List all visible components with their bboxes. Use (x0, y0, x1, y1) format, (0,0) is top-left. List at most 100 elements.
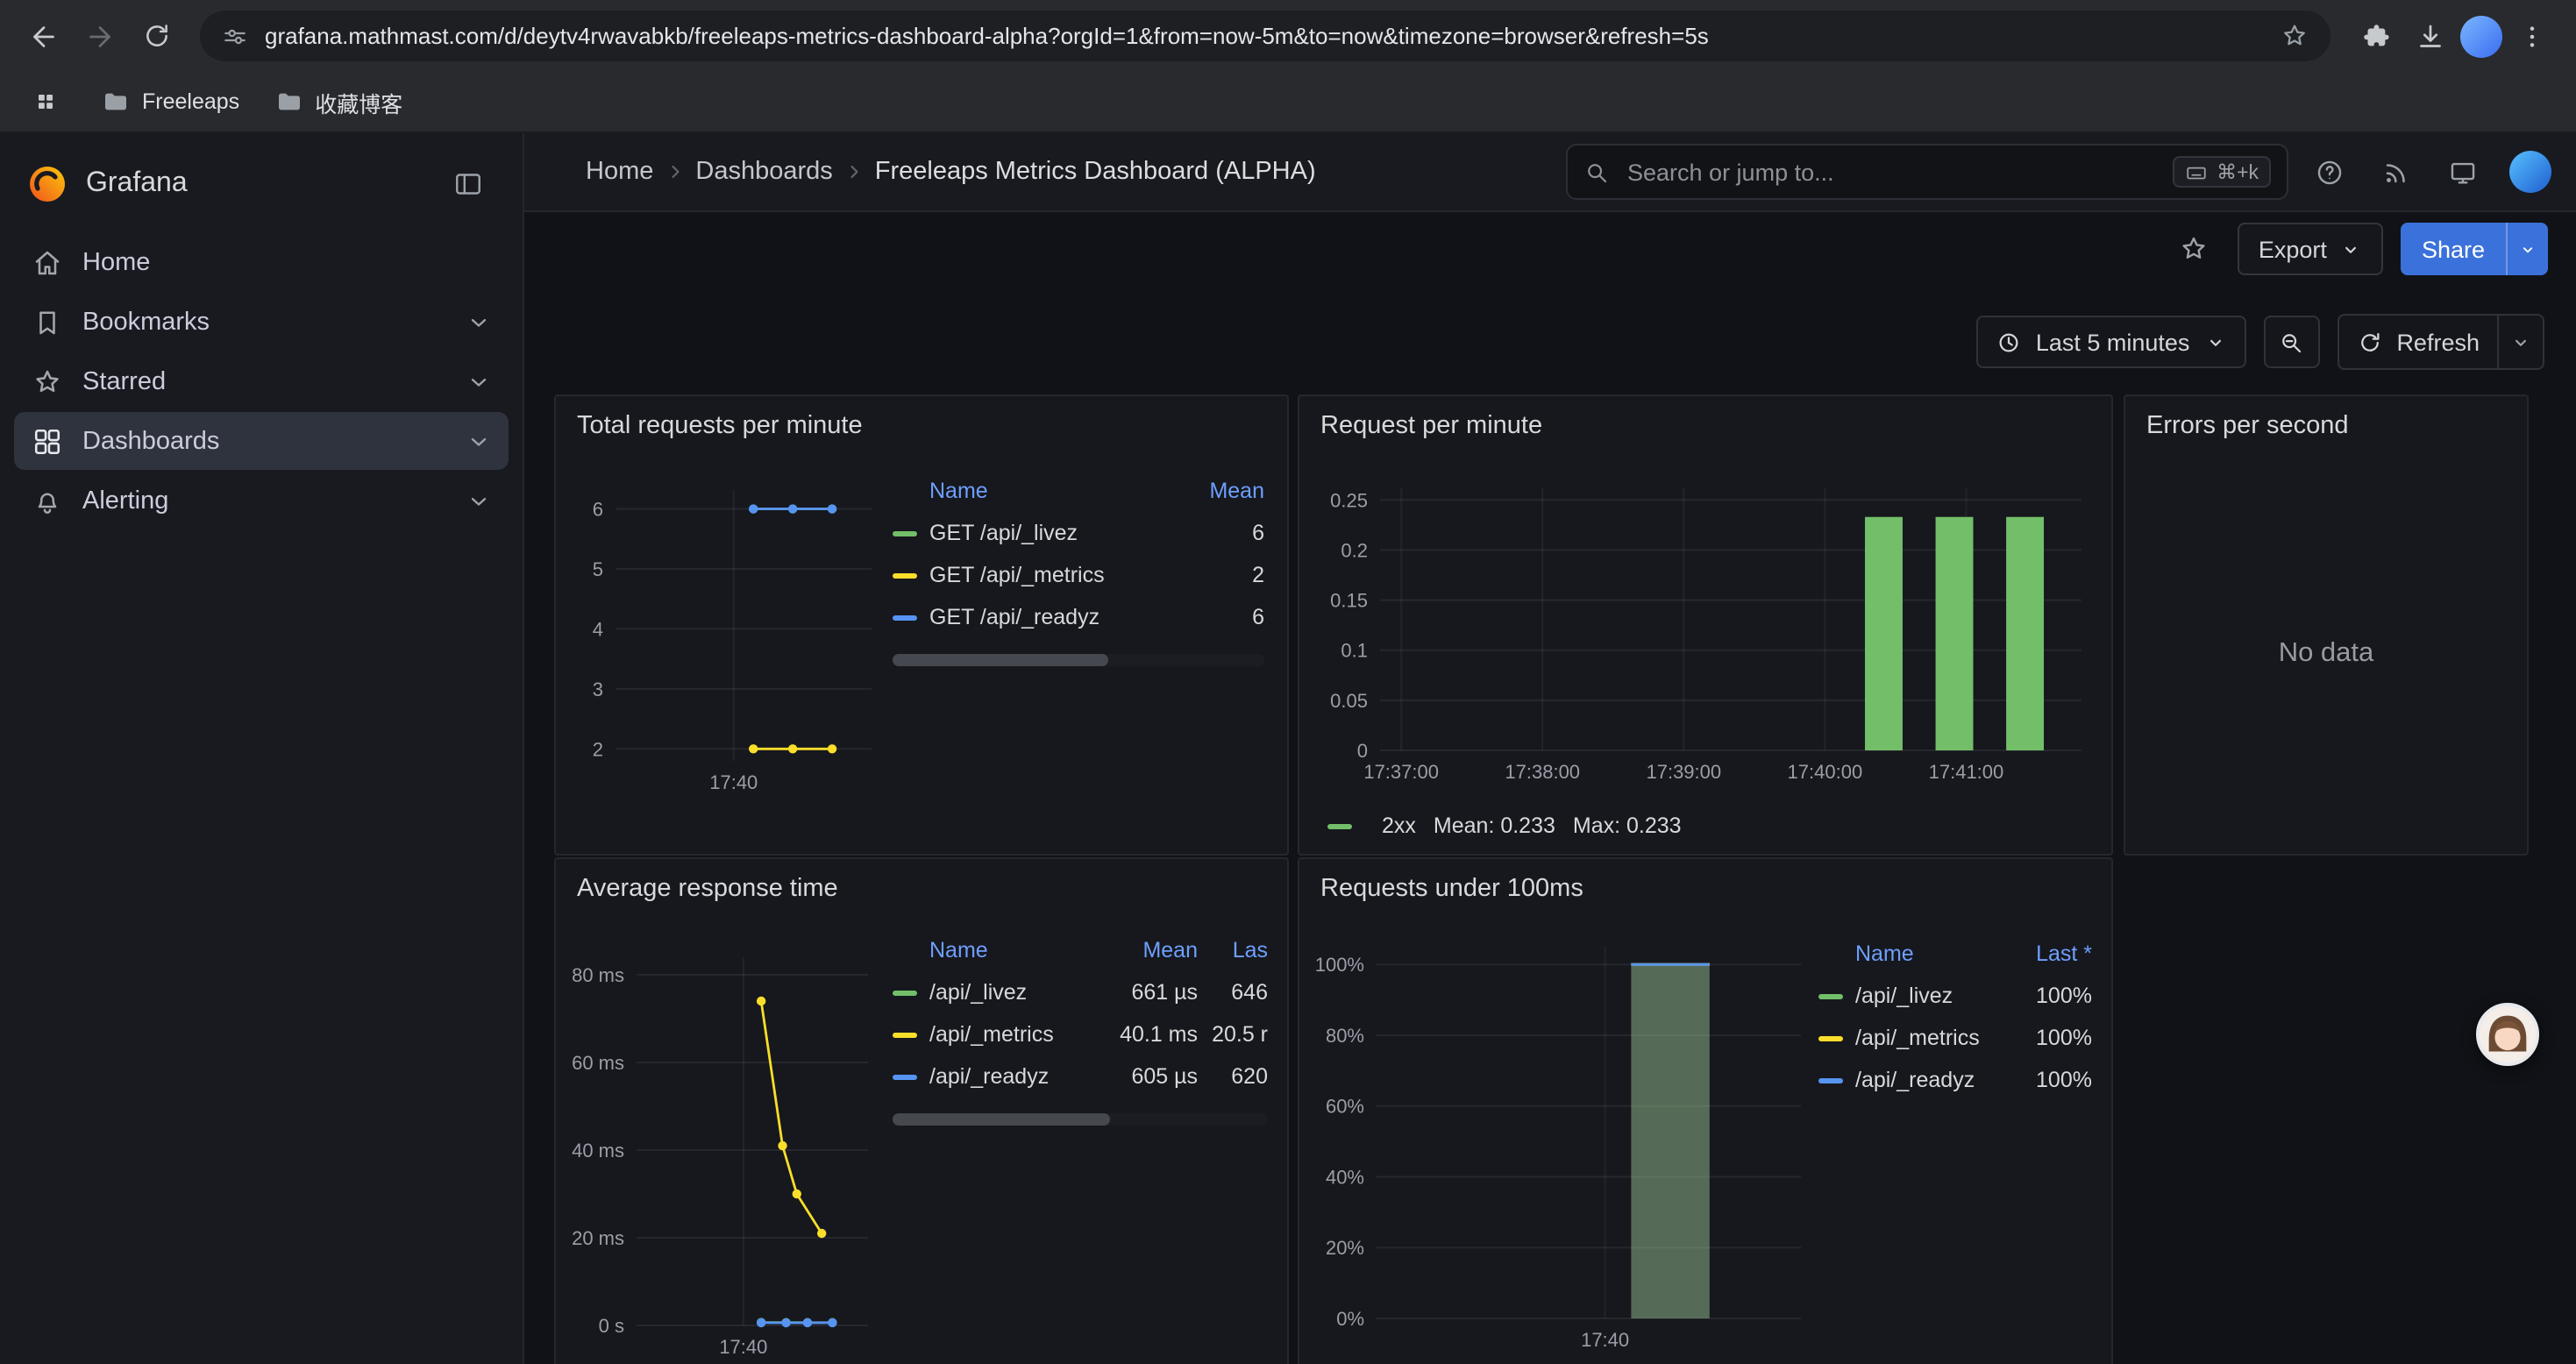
panel-title[interactable]: Average response time (556, 859, 1287, 903)
downloads-button[interactable] (2404, 10, 2457, 62)
legend-row[interactable]: /api/_readyz605 µs620 (893, 1055, 1268, 1098)
svg-text:17:41:00: 17:41:00 (1929, 761, 2004, 783)
legend-scrollbar-thumb[interactable] (893, 1113, 1110, 1126)
series-swatch (893, 1074, 917, 1079)
no-data-label: No data (2125, 638, 2527, 670)
sidebar-item-starred[interactable]: Starred (14, 352, 509, 410)
legend-col-header[interactable]: Name (893, 479, 1177, 503)
legend-scrollbar-thumb[interactable] (893, 654, 1108, 666)
sidebar-item-label: Dashboards (82, 427, 219, 455)
grafana-logo-icon[interactable] (28, 165, 67, 203)
refresh-button[interactable]: Refresh (2338, 316, 2497, 368)
request-per-minute-chart[interactable]: 0.250.20.150.10.05017:37:0017:38:0017:39… (1313, 445, 2097, 806)
folder-icon (102, 88, 130, 116)
forward-button[interactable] (74, 10, 126, 62)
panel-request-per-minute: Request per minute 0.250.20.150.10.05017… (1298, 394, 2113, 856)
chevron-down-icon[interactable] (466, 309, 491, 334)
legend-row[interactable]: /api/_readyz100% (1818, 1059, 2092, 1101)
news-rss-button[interactable] (2369, 146, 2422, 198)
legend-col-header[interactable]: Name (1818, 941, 1997, 966)
back-button[interactable] (18, 10, 70, 62)
svg-text:5: 5 (593, 558, 603, 580)
browser-profile-avatar[interactable] (2460, 15, 2502, 57)
url-text[interactable]: grafana.mathmast.com/d/deytv4rwavabkb/fr… (265, 23, 2264, 49)
clock-icon (1996, 329, 2022, 355)
star-icon (32, 366, 63, 397)
help-button[interactable] (2302, 146, 2355, 198)
sidebar-collapse-button[interactable] (442, 167, 495, 202)
floating-assistant-avatar[interactable] (2476, 1003, 2539, 1066)
legend-col-header[interactable]: Mean (1096, 938, 1198, 963)
panel-title[interactable]: Total requests per minute (556, 396, 1287, 440)
sidebar-item-alerting[interactable]: Alerting (14, 472, 509, 529)
average-response-time-chart[interactable]: 80 ms60 ms40 ms20 ms0 s17:40 (566, 919, 882, 1364)
legend-row[interactable]: GET /api/_readyz6 (893, 596, 1264, 638)
series-swatch (893, 572, 917, 578)
legend-row[interactable]: GET /api/_livez6 (893, 512, 1264, 554)
bookmark-item-blogs[interactable]: 收藏博客 (274, 85, 402, 118)
panel-errors-per-second: Errors per second No data (2124, 394, 2529, 856)
legend-row[interactable]: /api/_metrics100% (1818, 1017, 2092, 1059)
requests-under-100ms-chart[interactable]: 100%80%60%40%20%0%17:40 (1313, 912, 1815, 1364)
legend-row[interactable]: GET /api/_metrics2 (893, 554, 1264, 596)
total-requests-chart[interactable]: 6543217:40 (566, 456, 882, 828)
bookmark-item-freeleaps[interactable]: Freeleaps (102, 88, 239, 116)
export-button[interactable]: Export (2238, 223, 2383, 275)
series-value: 646 (1198, 980, 1268, 1005)
reload-button[interactable] (130, 10, 182, 62)
legend-col-header[interactable]: Name (893, 938, 1096, 963)
favorite-star-button[interactable] (2167, 223, 2220, 275)
legend-row[interactable]: /api/_livez100% (1818, 975, 2092, 1017)
legend-row[interactable]: /api/_livez661 µs646 (893, 971, 1268, 1013)
sidebar-item-home[interactable]: Home (14, 233, 509, 291)
legend-col-header[interactable]: Mean (1177, 479, 1264, 503)
share-button[interactable]: Share (2401, 223, 2506, 275)
panel-title[interactable]: Errors per second (2125, 396, 2527, 440)
legend-row[interactable]: /api/_metrics40.1 ms20.5 r (893, 1013, 1268, 1055)
series-name: /api/_readyz (1855, 1068, 1997, 1092)
home-icon (32, 246, 63, 278)
user-avatar[interactable] (2509, 151, 2551, 193)
panel-title[interactable]: Request per minute (1299, 396, 2111, 440)
legend-col-header[interactable]: Las (1198, 938, 1268, 963)
browser-menu-button[interactable] (2506, 10, 2558, 62)
chevron-down-icon[interactable] (466, 369, 491, 394)
sidebar-item-dashboards[interactable]: Dashboards (14, 412, 509, 470)
extensions-puzzle-icon (2359, 21, 2389, 51)
legend-col-header[interactable]: Last * (1997, 941, 2092, 966)
panel-total-requests: Total requests per minute 6543217:40 Nam… (554, 394, 1289, 856)
caret-down-icon (2339, 238, 2362, 260)
bookmark-label: Freeleaps (142, 89, 239, 114)
breadcrumb-separator-icon (843, 161, 865, 182)
series-name[interactable]: 2xx (1382, 813, 1416, 838)
legend-scrollbar[interactable] (893, 1113, 1268, 1126)
breadcrumb-home[interactable]: Home (586, 158, 653, 186)
panel-title[interactable]: Requests under 100ms (1299, 859, 2111, 903)
legend-scrollbar[interactable] (893, 654, 1264, 666)
search-input[interactable] (1624, 157, 2159, 187)
dashboard-actions-bar: Export Share (524, 212, 2576, 286)
chevron-down-icon[interactable] (466, 488, 491, 513)
svg-text:40 ms: 40 ms (572, 1140, 624, 1162)
extensions-button[interactable] (2348, 10, 2401, 62)
site-info-icon[interactable] (221, 22, 249, 50)
kiosk-monitor-button[interactable] (2436, 146, 2488, 198)
series-value: 605 µs (1096, 1064, 1198, 1089)
chevron-down-icon[interactable] (466, 429, 491, 453)
refresh-interval-caret[interactable] (2497, 316, 2543, 368)
sidebar-item-label: Bookmarks (82, 308, 210, 336)
share-caret-button[interactable] (2506, 223, 2548, 275)
time-range-picker[interactable]: Last 5 minutes (1976, 316, 2246, 368)
series-swatch (1818, 1077, 1843, 1083)
url-bar[interactable]: grafana.mathmast.com/d/deytv4rwavabkb/fr… (200, 11, 2330, 61)
search-shortcut-kbd: ⌘+k (2173, 156, 2271, 188)
breadcrumb-dashboards[interactable]: Dashboards (695, 158, 832, 186)
sidebar-item-bookmarks[interactable]: Bookmarks (14, 293, 509, 351)
search-box[interactable]: ⌘+k (1566, 144, 2288, 200)
caret-down-icon (2509, 330, 2532, 353)
apps-grid-button[interactable] (25, 81, 67, 123)
legend-inline[interactable]: 2xx Mean: 0.233 Max: 0.233 (1327, 813, 1682, 838)
brand-row: Grafana (0, 147, 523, 231)
bookmark-star-icon[interactable] (2280, 21, 2309, 51)
zoom-out-button[interactable] (2263, 316, 2319, 368)
